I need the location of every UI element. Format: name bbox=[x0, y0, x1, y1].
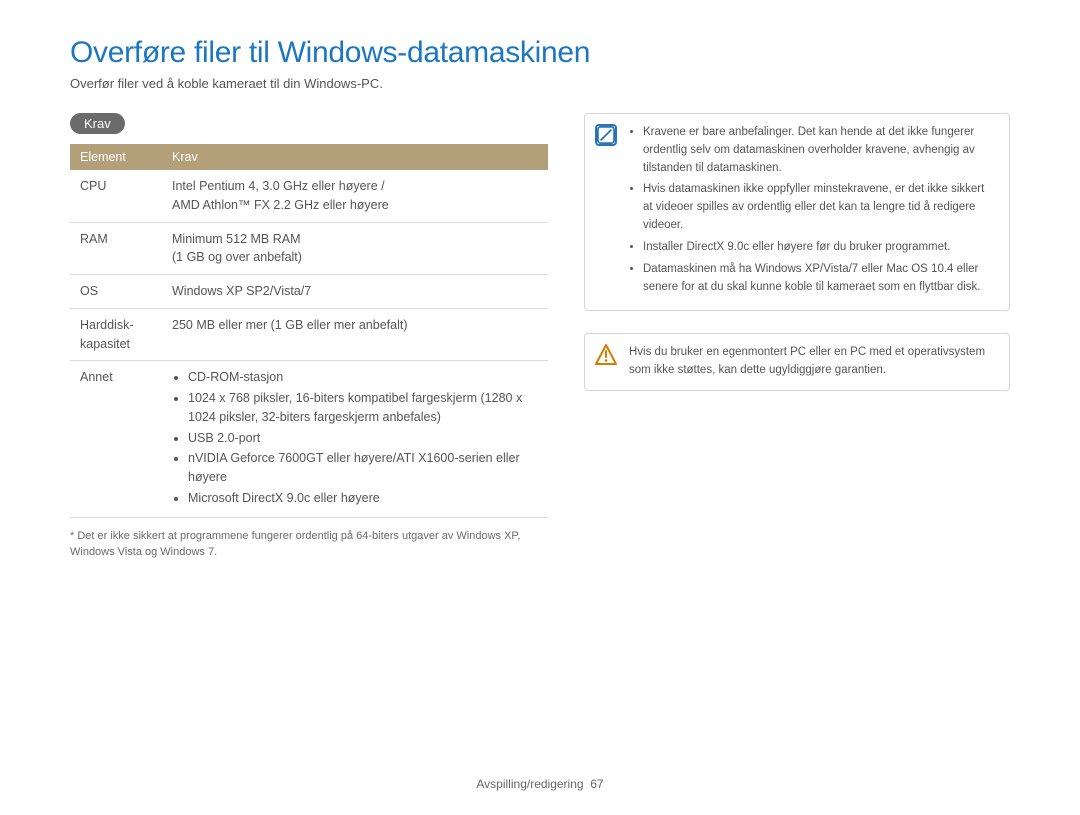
row-value-other: CD-ROM-stasjon 1024 x 768 piksler, 16-bi… bbox=[162, 361, 548, 517]
page-footer: Avspilling/redigering 67 bbox=[0, 777, 1080, 791]
page-title: Overføre filer til Windows-datamaskinen bbox=[70, 36, 1010, 70]
list-item: Installer DirectX 9.0c eller høyere før … bbox=[643, 239, 995, 257]
list-item: CD-ROM-stasjon bbox=[188, 368, 538, 387]
text-line: Intel Pentium 4, 3.0 GHz eller høyere / bbox=[172, 179, 385, 193]
list-item: Hvis datamaskinen ikke oppfyller minstek… bbox=[643, 181, 995, 234]
text-line: Minimum 512 MB RAM bbox=[172, 232, 301, 246]
row-value-hdd: 250 MB eller mer (1 GB eller mer anbefal… bbox=[162, 308, 548, 361]
row-label-os: OS bbox=[70, 275, 162, 309]
table-header-element: Element bbox=[70, 144, 162, 170]
right-column: Kravene er bare anbefalinger. Det kan he… bbox=[584, 113, 1010, 561]
document-page: Overføre filer til Windows-datamaskinen … bbox=[0, 0, 1080, 815]
list-item: 1024 x 768 piksler, 16-biters kompatibel… bbox=[188, 389, 538, 427]
list-item: Kravene er bare anbefalinger. Det kan he… bbox=[643, 124, 995, 177]
row-value-ram: Minimum 512 MB RAM (1 GB og over anbefal… bbox=[162, 222, 548, 275]
table-footnote: * Det er ikke sikkert at programmene fun… bbox=[70, 528, 548, 561]
warning-icon bbox=[595, 344, 617, 366]
content-columns: Krav Element Krav CPU Intel Pentium 4, 3… bbox=[70, 113, 1010, 561]
list-item: USB 2.0-port bbox=[188, 429, 538, 448]
page-subtitle: Overfør filer ved å koble kameraet til d… bbox=[70, 76, 1010, 91]
other-list: CD-ROM-stasjon 1024 x 768 piksler, 16-bi… bbox=[172, 368, 538, 507]
table-row: Harddisk-kapasitet 250 MB eller mer (1 G… bbox=[70, 308, 548, 361]
text-line: AMD Athlon™ FX 2.2 GHz eller høyere bbox=[172, 198, 389, 212]
table-row: RAM Minimum 512 MB RAM (1 GB og over anb… bbox=[70, 222, 548, 275]
note-icon bbox=[595, 124, 617, 146]
row-label-ram: RAM bbox=[70, 222, 162, 275]
footer-page-number: 67 bbox=[590, 777, 603, 791]
footer-section: Avspilling/redigering bbox=[476, 777, 583, 791]
row-value-os: Windows XP SP2/Vista/7 bbox=[162, 275, 548, 309]
row-value-cpu: Intel Pentium 4, 3.0 GHz eller høyere / … bbox=[162, 170, 548, 222]
row-label-cpu: CPU bbox=[70, 170, 162, 222]
text-line: (1 GB og over anbefalt) bbox=[172, 250, 302, 264]
section-badge: Krav bbox=[70, 113, 125, 134]
info-note-box: Kravene er bare anbefalinger. Det kan he… bbox=[584, 113, 1010, 311]
info-note-list: Kravene er bare anbefalinger. Det kan he… bbox=[629, 124, 995, 296]
list-item: Microsoft DirectX 9.0c eller høyere bbox=[188, 489, 538, 508]
table-row: OS Windows XP SP2/Vista/7 bbox=[70, 275, 548, 309]
warning-text: Hvis du bruker en egenmontert PC eller e… bbox=[629, 346, 985, 376]
left-column: Krav Element Krav CPU Intel Pentium 4, 3… bbox=[70, 113, 548, 561]
warning-note-box: Hvis du bruker en egenmontert PC eller e… bbox=[584, 333, 1010, 391]
row-label-hdd: Harddisk-kapasitet bbox=[70, 308, 162, 361]
list-item: nVIDIA Geforce 7600GT eller høyere/ATI X… bbox=[188, 449, 538, 487]
row-label-other: Annet bbox=[70, 361, 162, 517]
requirements-table: Element Krav CPU Intel Pentium 4, 3.0 GH… bbox=[70, 144, 548, 518]
table-row: Annet CD-ROM-stasjon 1024 x 768 piksler,… bbox=[70, 361, 548, 517]
table-header-krav: Krav bbox=[162, 144, 548, 170]
list-item: Datamaskinen må ha Windows XP/Vista/7 el… bbox=[643, 261, 995, 297]
table-row: CPU Intel Pentium 4, 3.0 GHz eller høyer… bbox=[70, 170, 548, 222]
